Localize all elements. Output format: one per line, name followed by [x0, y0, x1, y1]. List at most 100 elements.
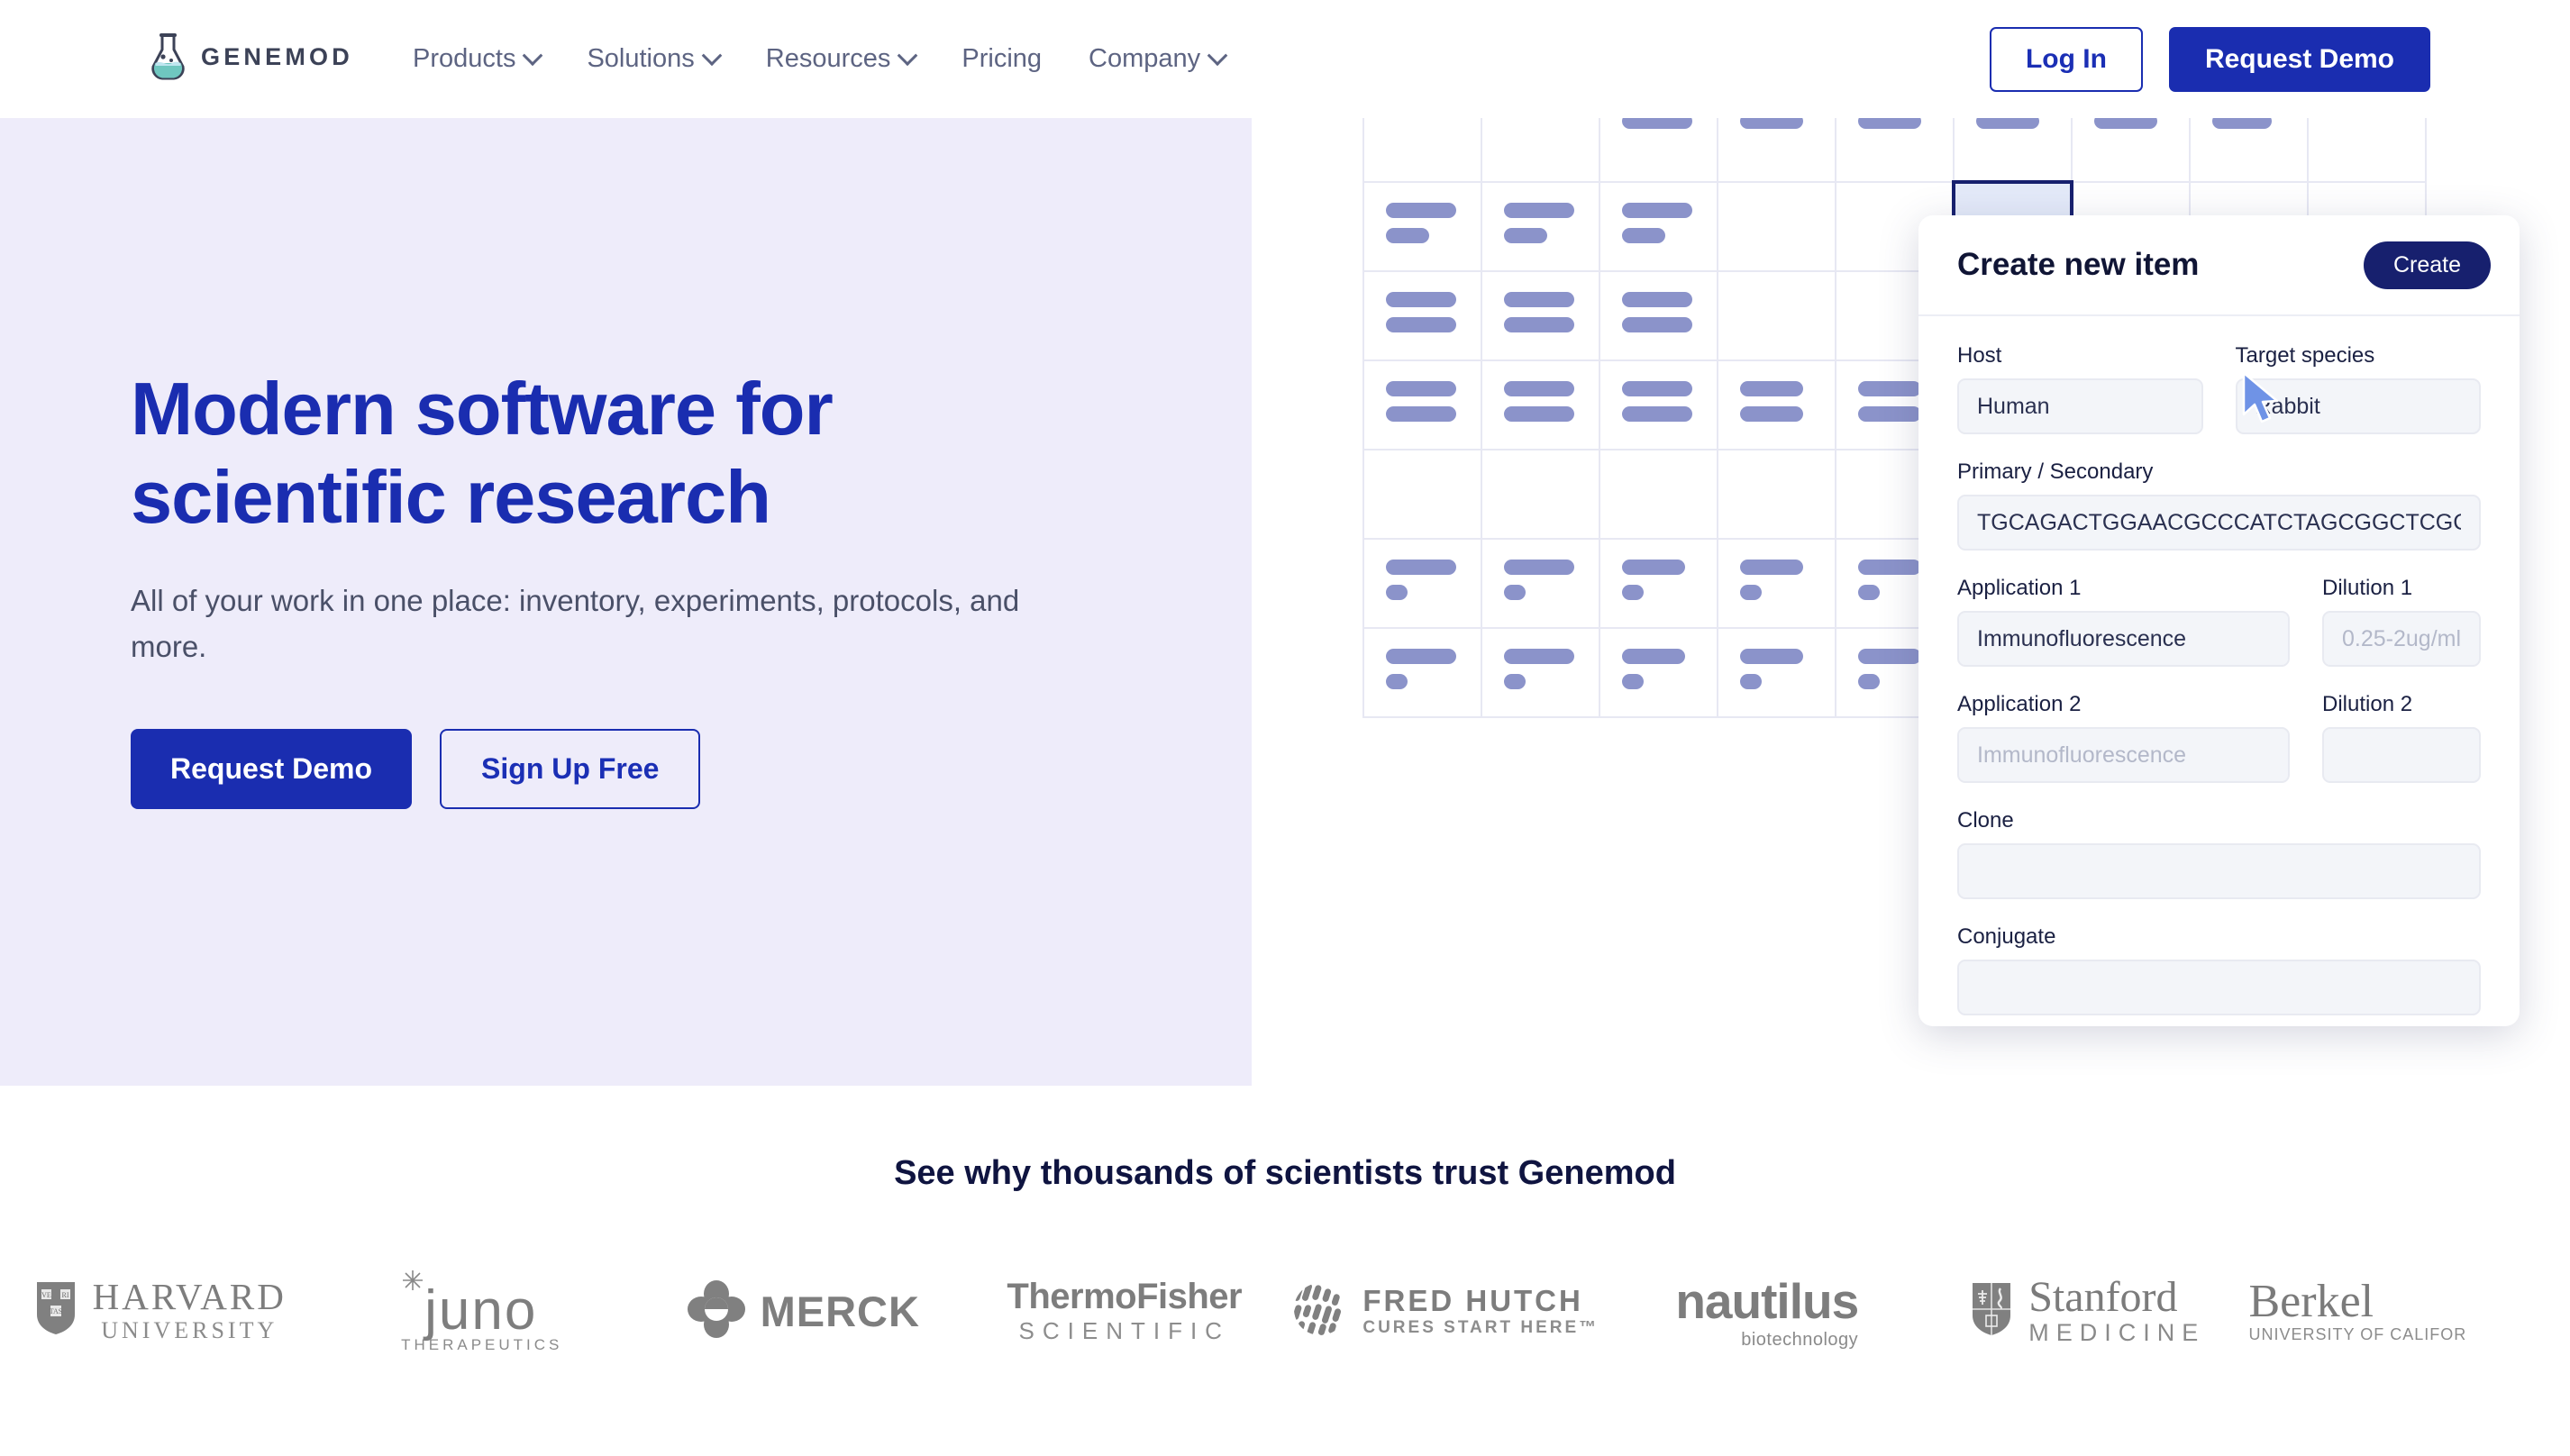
- application-1-input[interactable]: [1957, 611, 2290, 667]
- grid-cell[interactable]: [1599, 181, 1718, 272]
- field-label-conjugate: Conjugate: [1957, 924, 2056, 949]
- grid-cell[interactable]: [1717, 181, 1836, 272]
- stanford-shield-icon: [1971, 1281, 2012, 1342]
- grid-cell-bar: [1504, 674, 1526, 689]
- form-row-conjugate: Conjugate: [1957, 924, 2481, 1015]
- grid-cell-bar: [1858, 649, 1921, 664]
- grid-cell-bar: [1622, 203, 1692, 218]
- grid-cell-bar: [1740, 649, 1803, 664]
- grid-cell-bar: [1386, 317, 1456, 332]
- form-row-application-2: Application 2 Dilution 2: [1957, 692, 2481, 783]
- grid-cell-bar: [1622, 560, 1685, 575]
- conjugate-input[interactable]: [1957, 960, 2481, 1015]
- hero-title-line-1: Modern software for: [131, 367, 834, 450]
- nav-item-solutions[interactable]: Solutions: [563, 44, 742, 74]
- grid-cell-bar: [1386, 228, 1429, 243]
- logo-merck: MERCK: [642, 1279, 964, 1343]
- field-clone: Clone: [1957, 808, 2481, 899]
- application-2-input[interactable]: [1957, 727, 2290, 783]
- grid-cell[interactable]: [1599, 538, 1718, 629]
- grid-cell[interactable]: [1599, 359, 1718, 450]
- grid-cell-bar: [1504, 406, 1574, 422]
- host-input[interactable]: [1957, 378, 2203, 434]
- grid-cell[interactable]: [1717, 627, 1836, 718]
- trust-logo-strip: VE RI TAS HARVARD UNIVERSITY juno THERAP…: [0, 1261, 2570, 1360]
- logo-thermo-fisher: ThermoFisher SCIENTIFIC: [964, 1277, 1286, 1345]
- grid-cell-bar: [1740, 381, 1803, 396]
- grid-cell[interactable]: [1717, 449, 1836, 540]
- grid-cell-bar: [1504, 203, 1574, 218]
- nav-links: Products Solutions Resources Pricing Com…: [389, 0, 1248, 118]
- form-row-application-1: Application 1 Dilution 1: [1957, 576, 2481, 667]
- grid-cell-bar: [1504, 292, 1574, 307]
- chevron-down-icon: [898, 44, 918, 66]
- logo-berkeley: Berkel UNIVERSITY OF CALIFOR: [2248, 1275, 2570, 1344]
- grid-cell[interactable]: [1362, 627, 1482, 718]
- top-navbar: GENEMOD Products Solutions Resources Pri…: [0, 0, 2570, 118]
- grid-cell[interactable]: [1599, 627, 1718, 718]
- dilution-1-input[interactable]: [2322, 611, 2481, 667]
- harvard-shield-icon: VE RI TAS: [35, 1280, 77, 1341]
- request-demo-button-hero[interactable]: Request Demo: [131, 729, 413, 810]
- grid-cell[interactable]: [1481, 359, 1600, 450]
- grid-cell-bar: [1622, 649, 1685, 664]
- logo-text-primary: Berkel: [2248, 1275, 2374, 1327]
- clone-input[interactable]: [1957, 843, 2481, 899]
- chevron-down-icon: [523, 44, 543, 66]
- grid-cell[interactable]: [1599, 449, 1718, 540]
- nav-item-company[interactable]: Company: [1065, 44, 1248, 74]
- logo-text-secondary: UNIVERSITY OF CALIFOR: [2248, 1324, 2467, 1343]
- logo-stanford-medicine: Stanford MEDICINE: [1928, 1275, 2249, 1347]
- grid-cell[interactable]: [1362, 538, 1482, 629]
- grid-cell[interactable]: [1717, 270, 1836, 361]
- grid-cell-bar: [1504, 585, 1526, 600]
- logo-text-primary: FRED HUTCH: [1362, 1284, 1583, 1317]
- brand-logo[interactable]: GENEMOD: [147, 32, 353, 81]
- trust-heading: See why thousands of scientists trust Ge…: [894, 1154, 1676, 1192]
- nav-item-pricing[interactable]: Pricing: [938, 44, 1065, 74]
- create-button[interactable]: Create: [2363, 241, 2491, 289]
- grid-cell-bar: [1622, 317, 1692, 332]
- login-button[interactable]: Log In: [1989, 26, 2143, 92]
- nav-item-resources[interactable]: Resources: [743, 44, 939, 74]
- logo-fred-hutch: FRED HUTCH CURES START HERE™: [1285, 1281, 1607, 1342]
- grid-cell[interactable]: [1362, 270, 1482, 361]
- grid-cell[interactable]: [1481, 270, 1600, 361]
- grid-cell-bar: [1386, 585, 1408, 600]
- grid-cell-bar: [1622, 228, 1665, 243]
- nav-actions: Log In Request Demo: [1989, 0, 2430, 118]
- svg-text:RI: RI: [61, 1291, 68, 1299]
- grid-cell-bar: [1740, 406, 1803, 422]
- nav-item-products[interactable]: Products: [389, 44, 563, 74]
- grid-cell-bar: [1386, 292, 1456, 307]
- field-label-host: Host: [1957, 343, 2002, 368]
- hero-title-line-2: scientific research: [131, 454, 771, 539]
- grid-cell[interactable]: [1481, 181, 1600, 272]
- grid-cell[interactable]: [1717, 359, 1836, 450]
- logo-juno: juno THERAPEUTICS: [322, 1269, 643, 1354]
- grid-cell-bar: [1622, 406, 1692, 422]
- grid-cell[interactable]: [1362, 449, 1482, 540]
- dilution-2-input[interactable]: [2322, 727, 2481, 783]
- sign-up-free-button[interactable]: Sign Up Free: [440, 729, 701, 810]
- form-row-primary-secondary: Primary / Secondary: [1957, 460, 2481, 551]
- primary-secondary-input[interactable]: [1957, 495, 2481, 551]
- grid-cell[interactable]: [1481, 627, 1600, 718]
- grid-cell-bar: [1740, 585, 1762, 600]
- grid-cell[interactable]: [1481, 449, 1600, 540]
- grid-cell[interactable]: [1362, 181, 1482, 272]
- field-label-target-species: Target species: [2235, 343, 2375, 368]
- logo-text-primary: HARVARD: [92, 1276, 287, 1318]
- grid-cell-bar: [1504, 560, 1574, 575]
- juno-snowflake-icon: [401, 1269, 424, 1297]
- logo-harvard: VE RI TAS HARVARD UNIVERSITY: [0, 1278, 322, 1343]
- request-demo-button-nav[interactable]: Request Demo: [2168, 26, 2430, 92]
- grid-cell[interactable]: [1362, 359, 1482, 450]
- field-label-primary-secondary: Primary / Secondary: [1957, 460, 2154, 484]
- grid-cell[interactable]: [1481, 538, 1600, 629]
- grid-cell[interactable]: [1717, 538, 1836, 629]
- hero-cta-group: Request Demo Sign Up Free: [131, 729, 1077, 810]
- field-label-application-2: Application 2: [1957, 692, 2082, 716]
- svg-text:VE: VE: [41, 1291, 51, 1299]
- grid-cell[interactable]: [1599, 270, 1718, 361]
